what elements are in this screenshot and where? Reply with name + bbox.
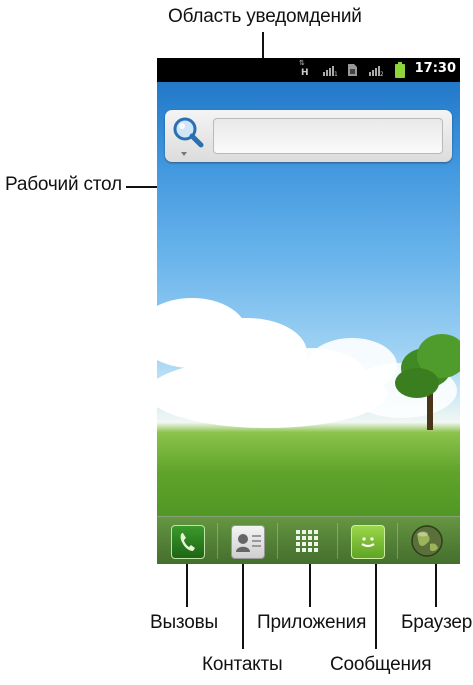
data-arrows-icon: ⇅ [299, 59, 305, 67]
contacts-label: Контакты [202, 654, 283, 675]
browser-globe-icon[interactable] [410, 524, 444, 558]
calls-label: Вызовы [150, 612, 218, 633]
home-screen[interactable]: ⇅ H 1 2 17:30 [157, 58, 460, 564]
notification-area-label: Область уведомдений [168, 6, 362, 27]
messages-icon[interactable] [351, 525, 385, 559]
dock-calls[interactable] [157, 517, 217, 564]
browser-label: Браузер [401, 612, 473, 633]
svg-text:2: 2 [380, 71, 383, 76]
apps-label: Приложения [257, 612, 367, 633]
sim-icon [348, 64, 357, 76]
battery-icon [395, 62, 405, 78]
dock-messages[interactable] [337, 517, 397, 564]
apps-grid-icon[interactable] [295, 529, 319, 553]
messages-label: Сообщения [330, 654, 432, 675]
svg-text:1: 1 [334, 71, 337, 76]
dock-contacts[interactable] [217, 517, 277, 564]
clock: 17:30 [414, 61, 456, 76]
search-icon[interactable] [171, 115, 207, 159]
dock [157, 516, 460, 564]
dock-apps[interactable] [277, 517, 337, 564]
signal-icon-sim2: 2 [369, 66, 383, 76]
desktop-label: Рабочий стол [5, 174, 122, 195]
google-search-widget[interactable] [165, 110, 452, 162]
status-bar[interactable]: ⇅ H 1 2 17:30 [157, 58, 460, 82]
search-input[interactable] [213, 118, 443, 154]
phone-icon[interactable] [171, 525, 205, 559]
network-type: H [301, 68, 309, 78]
contacts-icon[interactable] [231, 525, 265, 559]
signal-icon-sim1: 1 [323, 66, 337, 76]
dock-browser[interactable] [397, 517, 457, 564]
